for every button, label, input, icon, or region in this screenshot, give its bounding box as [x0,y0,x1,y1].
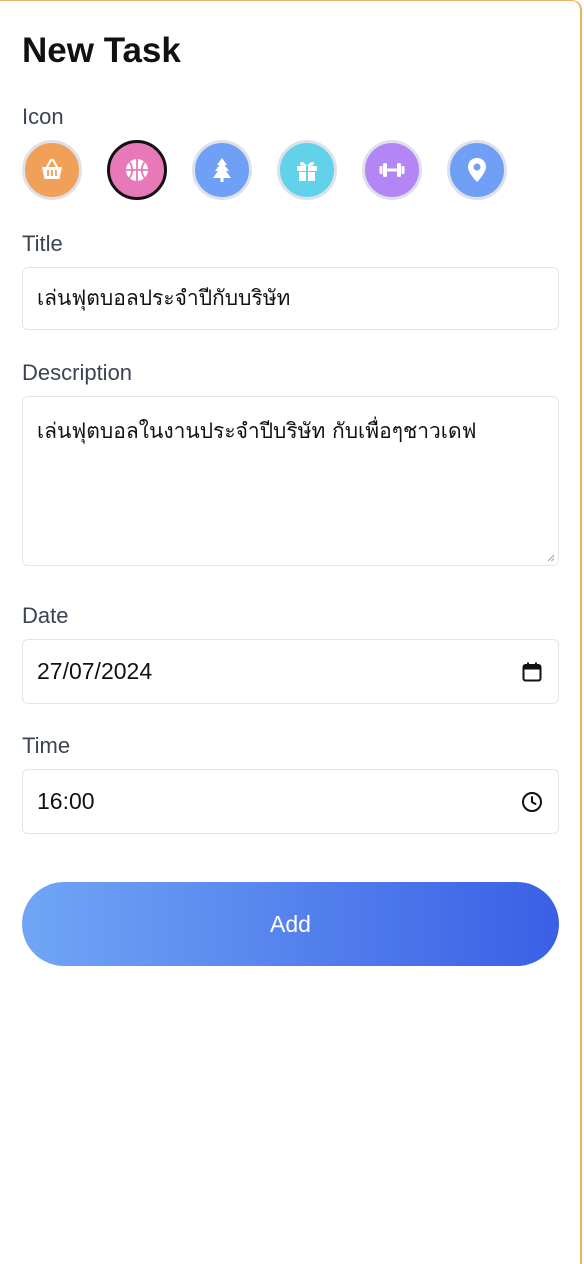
date-input[interactable]: 27/07/2024 [22,639,559,704]
time-value: 16:00 [37,788,95,814]
new-task-form: New Task Icon Title เล่นฟุตบอลประจำปีกับ… [0,1,580,966]
date-label: Date [22,603,69,628]
description-textarea[interactable]: เล่นฟุตบอลในงานประจำปีบริษัท กับเพื่อๆชา… [22,396,559,566]
icon-option-location[interactable] [447,140,507,200]
tree-icon [213,158,231,182]
calendar-icon[interactable] [520,660,544,684]
description-value: เล่นฟุตบอลในงานประจำปีบริษัท กับเพื่อๆชา… [37,419,477,443]
basketball-icon [126,159,148,181]
basket-icon [42,158,62,179]
icon-option-basket[interactable] [22,140,82,200]
gift-icon [297,161,317,181]
clock-icon[interactable] [520,790,544,814]
dumbbell-icon [379,163,405,177]
app-window: New Task Icon Title เล่นฟุตบอลประจำปีกับ… [0,0,582,1264]
page-title: New Task [22,31,181,70]
title-label: Title [22,231,63,256]
icon-label: Icon [22,104,64,129]
time-label: Time [22,733,71,758]
icon-option-gift[interactable] [277,140,337,200]
location-pin-icon [468,158,486,182]
icon-option-tree[interactable] [192,140,252,200]
description-label: Description [22,360,133,385]
title-input[interactable]: เล่นฟุตบอลประจำปีกับบริษัท [22,267,559,330]
icon-picker [22,140,556,200]
icon-option-dumbbell[interactable] [362,140,422,200]
icon-option-basketball[interactable] [107,140,167,200]
time-input[interactable]: 16:00 [22,769,559,834]
title-input-value: เล่นฟุตบอลประจำปีกับบริษัท [37,286,291,310]
resize-handle-icon[interactable] [547,554,555,562]
add-button[interactable]: Add [22,882,559,966]
add-button-label: Add [270,910,311,937]
date-value: 27/07/2024 [37,658,153,684]
